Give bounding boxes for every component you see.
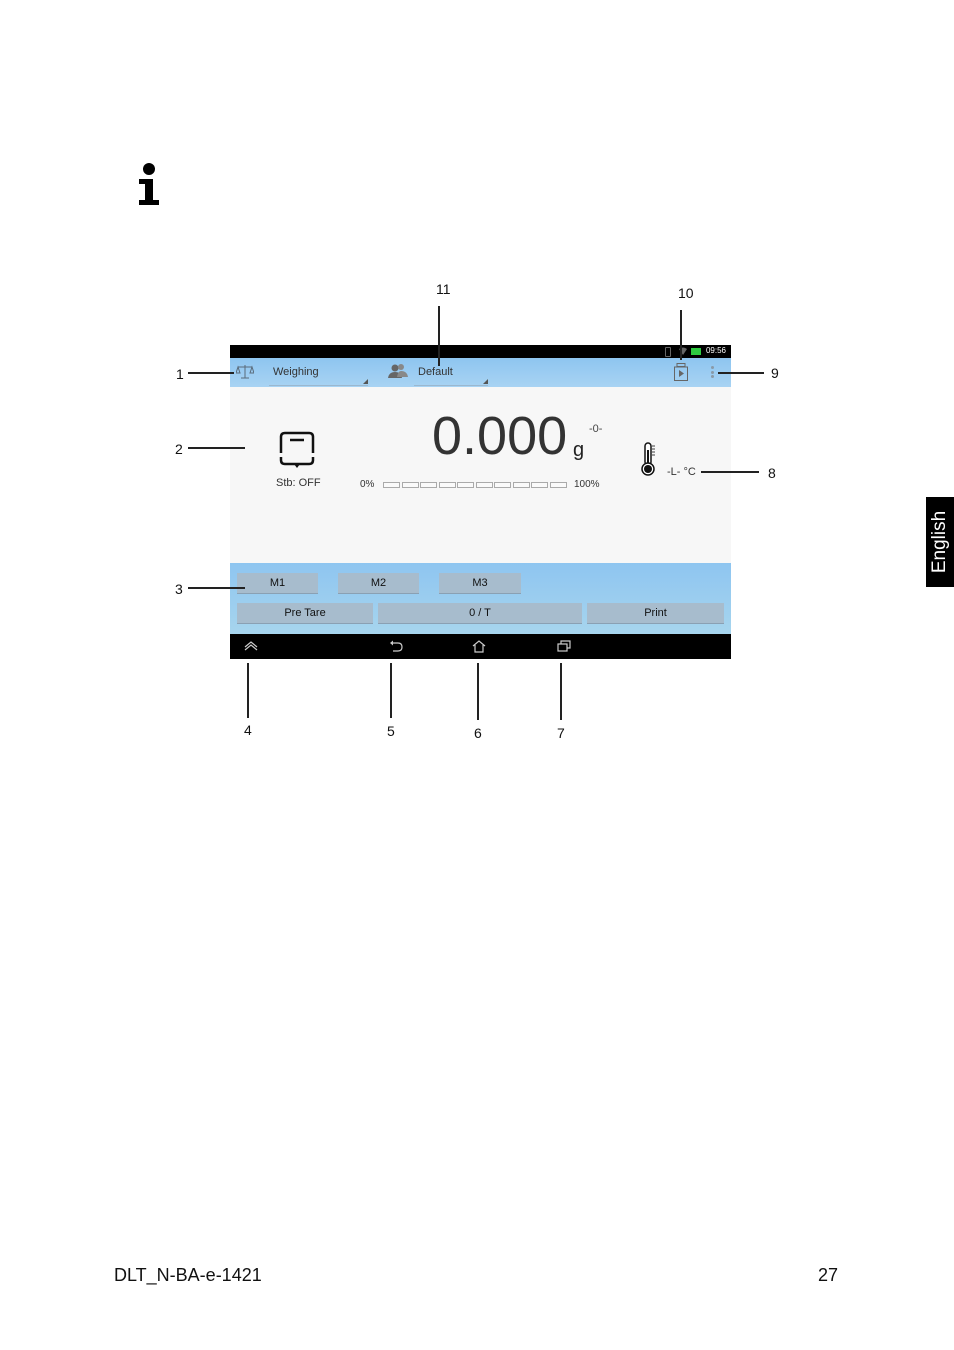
callout-3: 3 xyxy=(175,581,183,597)
users-icon[interactable] xyxy=(388,363,408,379)
dropdown-arrow-icon xyxy=(483,379,488,384)
hide-bar-icon[interactable] xyxy=(244,640,258,652)
mode-dropdown[interactable]: Weighing xyxy=(269,358,368,386)
stability-label: Stb: OFF xyxy=(276,477,321,489)
weighing-display: Stb: OFF 0.000 g -0- 0% 100% -L- °C xyxy=(230,387,731,563)
temperature-label: -L- °C xyxy=(667,466,696,478)
callout-line-9 xyxy=(718,372,764,374)
balance-scale-icon[interactable] xyxy=(236,364,254,380)
weight-value: 0.000 xyxy=(432,406,568,466)
dropdown-arrow-icon xyxy=(363,379,368,384)
memory-button-m2[interactable]: M2 xyxy=(338,573,419,594)
print-data-icon[interactable] xyxy=(674,363,688,381)
callout-9: 9 xyxy=(771,365,779,381)
overflow-menu-icon[interactable] xyxy=(711,366,715,379)
zero-indicator: -0- xyxy=(589,423,603,435)
callout-5: 5 xyxy=(387,723,395,739)
top-bar: Weighing Default xyxy=(230,358,731,387)
bluetooth-icon xyxy=(665,347,671,357)
capacity-segment xyxy=(494,482,512,488)
weight-unit[interactable]: g xyxy=(573,439,584,462)
button-panel: M1 M2 M3 Pre Tare 0 / T Print xyxy=(230,563,731,634)
balance-screen: 09:56 Weighing Default Stb: OFF 0.000 g … xyxy=(230,345,731,659)
capacity-segment xyxy=(420,482,438,488)
capacity-segment xyxy=(457,482,475,488)
callout-10: 10 xyxy=(678,285,694,301)
back-icon[interactable] xyxy=(389,640,403,652)
language-label: English xyxy=(929,510,950,574)
navigation-bar xyxy=(230,634,731,659)
print-button[interactable]: Print xyxy=(587,603,724,624)
recent-apps-icon[interactable] xyxy=(557,640,571,652)
memory-button-m3[interactable]: M3 xyxy=(439,573,521,594)
callout-11: 11 xyxy=(436,281,451,297)
capacity-segment xyxy=(475,482,493,488)
callout-6: 6 xyxy=(474,725,482,741)
callout-line-6 xyxy=(477,663,479,720)
stability-icon[interactable] xyxy=(278,431,316,469)
callout-7: 7 xyxy=(557,725,565,741)
battery-icon xyxy=(691,348,701,355)
capacity-segment xyxy=(549,482,567,488)
capacity-segment xyxy=(383,482,401,488)
capacity-max-label: 100% xyxy=(574,479,600,490)
callout-line-4 xyxy=(247,663,249,718)
callout-line-8 xyxy=(701,471,759,473)
thermometer-icon xyxy=(641,442,655,476)
callout-2: 2 xyxy=(175,441,183,457)
capacity-min-label: 0% xyxy=(360,479,375,490)
capacity-bar xyxy=(383,482,567,488)
callout-1: 1 xyxy=(176,366,184,382)
callout-line-7 xyxy=(560,663,562,720)
document-id: DLT_N-BA-e-1421 xyxy=(114,1265,262,1285)
user-dropdown[interactable]: Default xyxy=(414,358,488,386)
home-icon[interactable] xyxy=(472,640,486,653)
capacity-segment xyxy=(438,482,456,488)
callout-line-1 xyxy=(188,372,234,374)
zero-tare-button[interactable]: 0 / T xyxy=(378,603,582,624)
clock: 09:56 xyxy=(705,346,726,355)
callout-4: 4 xyxy=(244,722,252,738)
callout-line-2 xyxy=(188,447,245,449)
memory-button-m1[interactable]: M1 xyxy=(237,573,318,594)
callout-line-5 xyxy=(390,663,392,718)
capacity-segment xyxy=(401,482,419,488)
capacity-segment xyxy=(531,482,549,488)
user-dropdown-label: Default xyxy=(418,366,453,378)
mode-dropdown-label: Weighing xyxy=(273,366,319,378)
callout-line-11 xyxy=(438,306,440,366)
callout-line-3 xyxy=(188,587,245,589)
callout-8: 8 xyxy=(768,465,776,481)
language-tab: English xyxy=(926,497,954,587)
status-bar: 09:56 xyxy=(230,345,731,358)
page-number: 27 xyxy=(818,1265,839,1285)
pre-tare-button[interactable]: Pre Tare xyxy=(237,603,373,624)
info-icon xyxy=(139,163,159,205)
callout-line-10 xyxy=(680,310,682,360)
capacity-segment xyxy=(512,482,530,488)
